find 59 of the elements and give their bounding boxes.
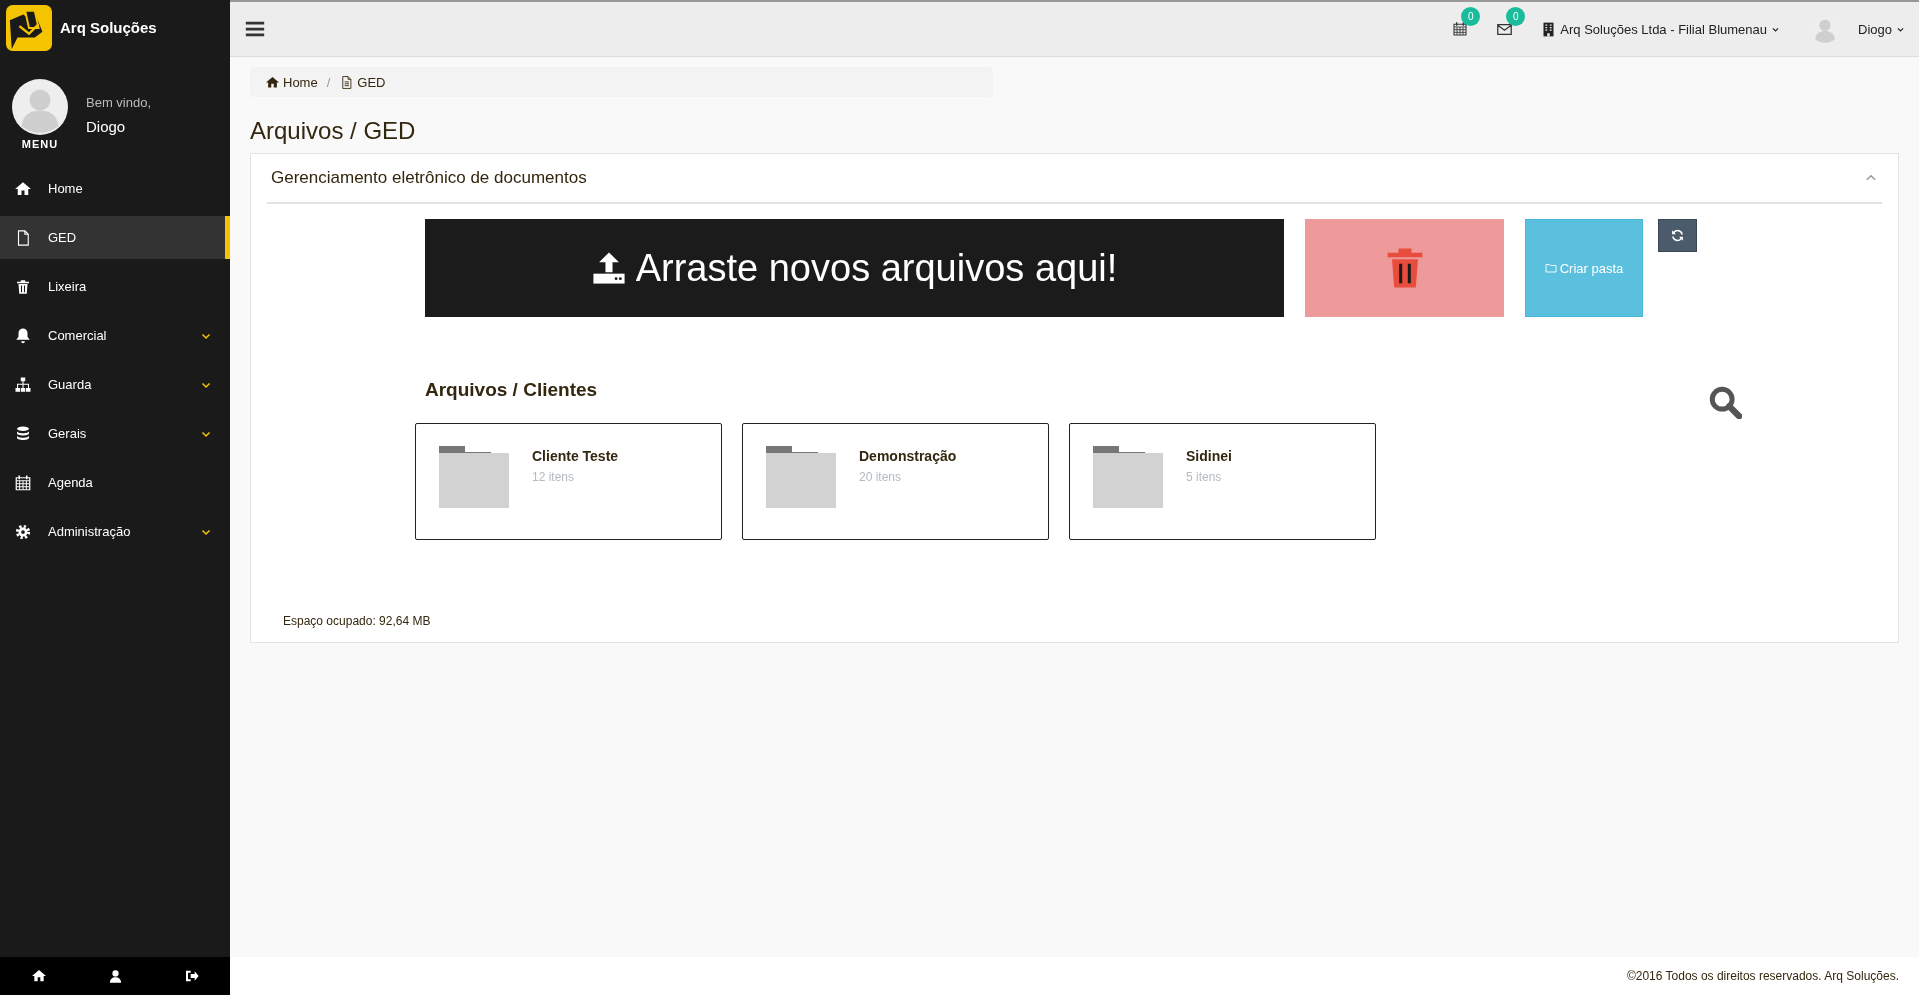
avatar-icon	[12, 79, 68, 135]
section-title: Arquivos / Clientes	[425, 379, 598, 401]
folder-name: Demonstração	[859, 448, 957, 464]
sidebar-item[interactable]: Home	[0, 167, 230, 210]
trash-icon	[14, 277, 32, 296]
sidebar-item[interactable]: Agenda	[0, 461, 230, 504]
home-icon	[265, 74, 280, 90]
sidebar-item[interactable]: Comercial	[0, 314, 230, 357]
calendar-icon	[1452, 21, 1469, 37]
folder-card[interactable]: Sidinei 5 itens	[1069, 423, 1376, 540]
item-count: 20 itens	[859, 470, 903, 484]
item-count: 5 itens	[1186, 470, 1223, 484]
breadcrumb-link[interactable]: Home	[265, 74, 318, 90]
notification-badge: 0	[1461, 7, 1481, 26]
refresh-button[interactable]	[1658, 219, 1697, 252]
sidebar-item[interactable]: GED	[0, 216, 230, 259]
document-icon	[339, 74, 355, 90]
sidebar-item[interactable]: Lixeira	[0, 265, 230, 308]
upload-icon	[591, 251, 626, 285]
menu-label: MENU	[21, 138, 59, 150]
calendar-button[interactable]	[1452, 21, 1469, 37]
sign-out-icon	[183, 968, 200, 984]
folder-card[interactable]: Demonstração 20 itens	[742, 423, 1049, 540]
building-icon	[1541, 21, 1557, 37]
folder-name: Sidinei	[1186, 448, 1232, 464]
copyright-text: ©2016 Todos os direitos reservados. Arq Soluções.	[1626, 969, 1899, 983]
bell-icon	[14, 326, 32, 345]
panel-title: Gerenciamento eletrônico de documentos	[271, 168, 587, 188]
folder-icon	[439, 446, 509, 508]
folder-name: Cliente Teste	[532, 448, 619, 464]
logo-icon	[6, 4, 52, 51]
storage-used: Espaço ocupado: 92,64 MB	[283, 614, 432, 628]
folder-icon	[1093, 446, 1163, 508]
item-count: 12 itens	[532, 470, 576, 484]
sidebar-item[interactable]: Gerais	[0, 412, 230, 455]
search-icon	[1708, 385, 1742, 419]
notification-badge: 0	[1506, 6, 1526, 26]
company-dropdown[interactable]: Arq Soluções Ltda - Filial Blumenau	[1541, 21, 1781, 37]
folder-icon	[766, 446, 836, 508]
breadcrumb-link[interactable]: GED	[339, 74, 386, 90]
user-name: Diogo	[86, 118, 127, 135]
breadcrumb-separator: /	[326, 74, 331, 90]
folder-card[interactable]: Cliente Teste 12 itens	[415, 423, 722, 540]
upload-dropzone[interactable]: Arraste novos arquivos aqui!	[425, 219, 1284, 317]
welcome-text: Bem vindo,	[86, 95, 152, 110]
user-dropdown[interactable]: Diogo	[1810, 14, 1905, 44]
settings-icon	[14, 522, 32, 541]
user-icon	[107, 968, 123, 984]
database-icon	[14, 424, 32, 443]
sidebar-item[interactable]: Guarda	[0, 363, 230, 406]
sidebar-item[interactable]: Administração	[0, 510, 230, 553]
calendar-icon	[14, 473, 32, 492]
page-title: Arquivos / GED	[250, 117, 417, 145]
sitemap-icon	[14, 375, 32, 394]
app-name: Arq Soluções	[60, 19, 157, 36]
folder-icon	[1544, 262, 1557, 274]
refresh-icon	[1671, 229, 1684, 242]
home-icon	[30, 968, 47, 984]
search-button[interactable]	[1708, 385, 1742, 419]
